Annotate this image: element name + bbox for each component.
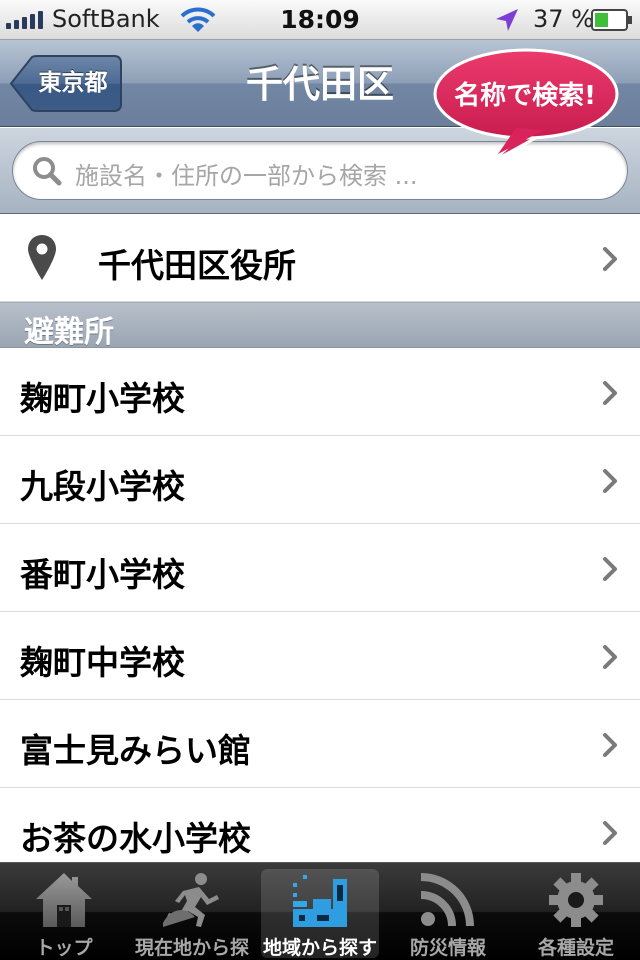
facility-list: 千代田区役所 避難所 麹町小学校 九段小学校 番町小学校 麹町中学校 富士見みら… (0, 214, 640, 876)
chevron-right-icon (603, 557, 617, 581)
tab-current-location[interactable]: 現在地から探す (128, 863, 256, 960)
tab-settings[interactable]: 各種設定 (512, 863, 640, 960)
gear-icon (549, 873, 603, 927)
tab-top[interactable]: トップ (0, 863, 128, 960)
status-bar: SoftBank 18:09 37 % (0, 0, 640, 40)
back-button[interactable]: 東京都 (10, 55, 122, 112)
battery-icon (591, 9, 632, 31)
tab-disaster-info[interactable]: 防災情報 (384, 863, 512, 960)
chevron-right-icon (603, 381, 617, 405)
tab-label: トップ (35, 937, 93, 959)
chevron-right-icon (603, 733, 617, 757)
running-person-icon (163, 873, 219, 927)
chevron-right-icon (603, 247, 617, 271)
list-item[interactable]: 麹町中学校 (0, 612, 640, 700)
list-item-label: 九段小学校 (20, 467, 185, 506)
chevron-right-icon (603, 469, 617, 493)
battery-percent: 37 % (533, 5, 594, 33)
tab-label: 地域から探す (262, 937, 377, 959)
city-office-label: 千代田区役所 (98, 246, 296, 285)
search-callout-bubble: 名称で検索! (432, 46, 630, 164)
tab-bar: トップ 現在地から探す (0, 862, 640, 960)
tab-label: 各種設定 (537, 937, 614, 959)
list-item[interactable]: 麹町小学校 (0, 348, 640, 436)
section-header-shelters: 避難所 (0, 302, 640, 350)
list-item-label: お茶の水小学校 (20, 819, 251, 858)
list-item-label: 番町小学校 (20, 555, 185, 594)
list-item-label: 麹町小学校 (20, 379, 185, 418)
list-item-label: 麹町中学校 (20, 643, 185, 682)
tab-label: 現在地から探す (134, 937, 249, 959)
list-item-label: 富士見みらい館 (20, 731, 251, 770)
chevron-right-icon (603, 821, 617, 845)
location-icon (496, 9, 518, 31)
chevron-right-icon (603, 645, 617, 669)
area-icon (293, 875, 347, 927)
list-item[interactable]: 番町小学校 (0, 524, 640, 612)
search-placeholder: 施設名・住所の一部から検索 ... (75, 162, 418, 190)
rss-icon (420, 873, 474, 927)
map-pin-icon (28, 235, 56, 280)
search-icon (33, 157, 62, 186)
section-header-label: 避難所 (24, 315, 114, 350)
tab-label: 防災情報 (409, 937, 486, 959)
list-item[interactable]: 富士見みらい館 (0, 700, 640, 788)
city-office-row[interactable]: 千代田区役所 (0, 214, 640, 302)
list-item[interactable]: 九段小学校 (0, 436, 640, 524)
home-icon (36, 873, 92, 927)
tab-area-search[interactable]: 地域から探す (256, 863, 384, 960)
callout-text: 名称で検索! (454, 81, 596, 111)
page-title: 千代田区 (246, 63, 394, 106)
back-button-label: 東京都 (38, 70, 108, 96)
